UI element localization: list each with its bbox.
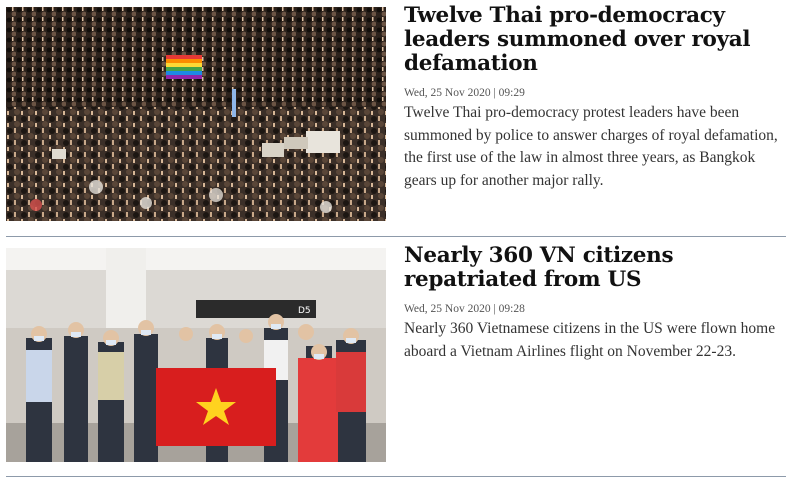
news-item[interactable]: Twelve Thai pro-democracy leaders summon… <box>0 0 797 236</box>
gate-sign-text: D5 <box>298 306 311 316</box>
repatriation-image[interactable]: D5 <box>6 248 386 462</box>
airport-group-illustration: D5 <box>6 248 386 462</box>
divider <box>6 236 786 237</box>
publish-date: Wed, 25 Nov 2020 | 09:29 <box>404 87 525 99</box>
news-item[interactable]: D5 Nearly 360 VN citizens repatriated fr… <box>0 238 797 470</box>
publish-date: Wed, 25 Nov 2020 | 09:28 <box>404 303 525 315</box>
protest-crowd-illustration <box>6 7 386 221</box>
article-summary: Nearly 360 Vietnamese citizens in the US… <box>404 320 776 360</box>
headline-link[interactable]: Twelve Thai pro-democracy leaders summon… <box>404 4 788 76</box>
divider <box>6 476 786 477</box>
headline-link[interactable]: Nearly 360 VN citizens repatriated from … <box>404 244 788 292</box>
article-summary: Twelve Thai pro-democracy protest leader… <box>404 104 778 189</box>
protest-crowd-image[interactable] <box>6 7 386 221</box>
